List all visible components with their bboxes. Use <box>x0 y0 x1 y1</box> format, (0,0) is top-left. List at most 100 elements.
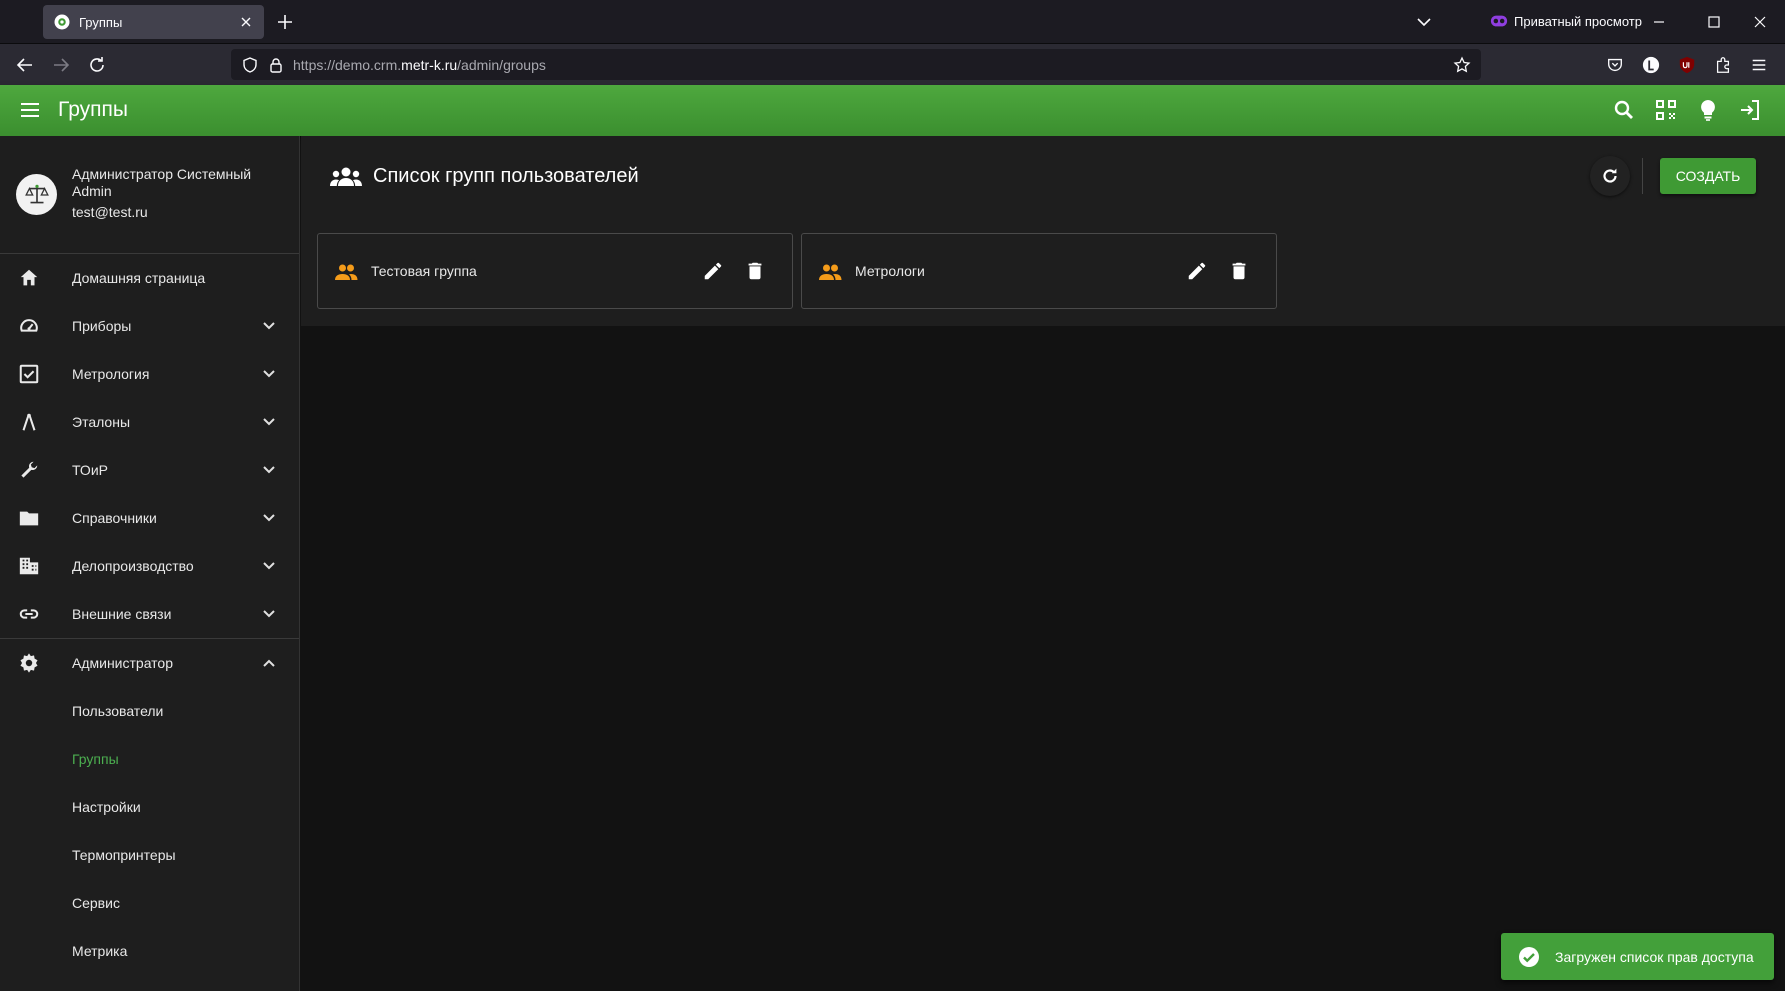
sidebar-subitem-thermoprinters[interactable]: Термопринтеры <box>0 831 299 879</box>
sidebar-item-metrology[interactable]: Метрология <box>0 350 299 398</box>
search-icon[interactable] <box>1612 98 1636 122</box>
pocket-icon[interactable] <box>1604 54 1626 76</box>
sidebar-subitem-settings[interactable]: Настройки <box>0 783 299 831</box>
snackbar-message: Загружен список прав доступа <box>1555 948 1754 965</box>
page-title: Список групп пользователей <box>373 165 639 187</box>
sidebar-item-label: ТОиР <box>72 462 108 478</box>
scales-icon <box>24 184 49 203</box>
browser-tab-bar: Группы Приватный просмотр <box>0 0 1785 44</box>
account-l-icon[interactable] <box>1640 54 1662 76</box>
edit-pencil-icon[interactable] <box>702 260 724 282</box>
home-icon <box>18 267 40 289</box>
snackbar-notification: Загружен список прав доступа <box>1501 933 1774 980</box>
gauge-icon <box>18 315 40 337</box>
groups-panel: Список групп пользователей СОЗДАТЬ Тесто… <box>301 136 1785 326</box>
create-button[interactable]: СОЗДАТЬ <box>1660 158 1756 194</box>
delete-trash-icon[interactable] <box>744 260 766 282</box>
check-circle-icon <box>1517 945 1541 969</box>
sidebar-item-standards[interactable]: Эталоны <box>0 398 299 446</box>
delete-trash-icon[interactable] <box>1228 260 1250 282</box>
group-icon <box>334 262 358 282</box>
group-card[interactable]: Метрологи <box>801 233 1277 309</box>
sidebar-item-label: Делопроизводство <box>72 558 194 574</box>
sidebar-item-label: Метрология <box>72 366 150 382</box>
sidebar-subitem-metrics[interactable]: Метрика <box>0 927 299 975</box>
back-arrow-icon[interactable] <box>14 54 36 76</box>
sidebar-item-external-links[interactable]: Внешние связи <box>0 590 299 638</box>
office-icon <box>18 555 40 577</box>
browser-toolbar: https://demo.crm.metr-k.ru/admin/groups <box>0 44 1785 85</box>
wrench-icon <box>18 459 40 481</box>
new-tab-icon[interactable] <box>275 12 295 32</box>
toolbar-divider <box>1642 158 1643 194</box>
private-mask-icon <box>1490 12 1508 30</box>
site-favicon-icon <box>53 13 71 31</box>
sidebar-item-directories[interactable]: Справочники <box>0 494 299 542</box>
browser-tab-title: Группы <box>79 14 123 30</box>
forward-arrow-icon[interactable] <box>50 54 72 76</box>
sidebar-item-paperwork[interactable]: Делопроизводство <box>0 542 299 590</box>
chevron-down-icon[interactable] <box>1414 12 1434 32</box>
sidebar-subitem-service[interactable]: Сервис <box>0 879 299 927</box>
browser-tab[interactable]: Группы <box>43 5 264 39</box>
maximize-icon[interactable] <box>1704 12 1724 32</box>
group-name: Метрологи <box>855 263 925 279</box>
avatar[interactable] <box>16 174 57 215</box>
close-window-icon[interactable] <box>1750 12 1770 32</box>
url-text: https://demo.crm.metr-k.ru/admin/groups <box>293 57 1453 73</box>
sidebar-item-administrator[interactable]: Администратор <box>0 639 299 687</box>
sidebar-item-maintenance[interactable]: ТОиР <box>0 446 299 494</box>
bookmark-star-icon[interactable] <box>1453 55 1471 74</box>
sidebar-item-label: Эталоны <box>72 414 131 430</box>
hamburger-menu-icon[interactable] <box>18 98 42 122</box>
private-browsing-indicator: Приватный просмотр <box>1490 12 1642 30</box>
refresh-button[interactable] <box>1590 156 1630 196</box>
group-card[interactable]: Тестовая группа <box>317 233 793 309</box>
browser-menu-icon[interactable] <box>1748 54 1770 76</box>
ublock-icon[interactable] <box>1676 54 1698 76</box>
app-bar: Группы <box>0 85 1785 136</box>
sidebar-item-label: Справочники <box>72 510 157 526</box>
user-profile: Администратор Системный Admin test@test.… <box>0 136 299 254</box>
reload-icon[interactable] <box>86 54 108 76</box>
chevron-down-icon <box>259 604 279 624</box>
refresh-icon <box>1603 168 1617 183</box>
address-bar[interactable]: https://demo.crm.metr-k.ru/admin/groups <box>231 49 1481 80</box>
lightbulb-icon[interactable] <box>1696 98 1720 122</box>
url-prefix: https://demo.crm. <box>293 56 402 73</box>
sidebar-item-devices[interactable]: Приборы <box>0 302 299 350</box>
folder-icon <box>18 507 40 529</box>
edit-pencil-icon[interactable] <box>1186 260 1208 282</box>
sidebar-subitem-groups[interactable]: Группы <box>0 735 299 783</box>
user-email: test@test.ru <box>72 204 148 220</box>
close-tab-icon[interactable] <box>238 14 254 30</box>
sidebar-item-label: Внешние связи <box>72 606 172 622</box>
compass-icon <box>18 411 40 433</box>
lock-icon[interactable] <box>267 56 285 74</box>
sidebar-item-home[interactable]: Домашняя страница <box>0 254 299 302</box>
logout-icon[interactable] <box>1738 98 1762 122</box>
chevron-down-icon <box>259 364 279 384</box>
user-group-icon <box>329 164 363 190</box>
user-name: Администратор Системный Admin <box>72 166 252 199</box>
chevron-up-icon <box>259 653 279 673</box>
checkbox-icon <box>18 363 40 385</box>
chevron-down-icon <box>259 556 279 576</box>
sidebar: Администратор Системный Admin test@test.… <box>0 136 300 991</box>
chevron-down-icon <box>259 316 279 336</box>
group-name: Тестовая группа <box>371 263 477 279</box>
sidebar-item-label: Домашняя страница <box>72 270 206 286</box>
extensions-puzzle-icon[interactable] <box>1712 54 1734 76</box>
url-domain: metr-k.ru <box>401 56 458 73</box>
link-icon <box>18 603 40 625</box>
qr-code-scan-icon[interactable] <box>1654 98 1678 122</box>
sidebar-item-label: Приборы <box>72 318 132 334</box>
sidebar-subitem-users[interactable]: Пользователи <box>0 687 299 735</box>
gear-icon <box>18 652 40 674</box>
shield-icon[interactable] <box>241 56 259 74</box>
chevron-down-icon <box>259 460 279 480</box>
chevron-down-icon <box>259 412 279 432</box>
minimize-icon[interactable] <box>1649 12 1669 32</box>
group-icon <box>818 262 842 282</box>
private-browsing-label: Приватный просмотр <box>1514 13 1642 29</box>
